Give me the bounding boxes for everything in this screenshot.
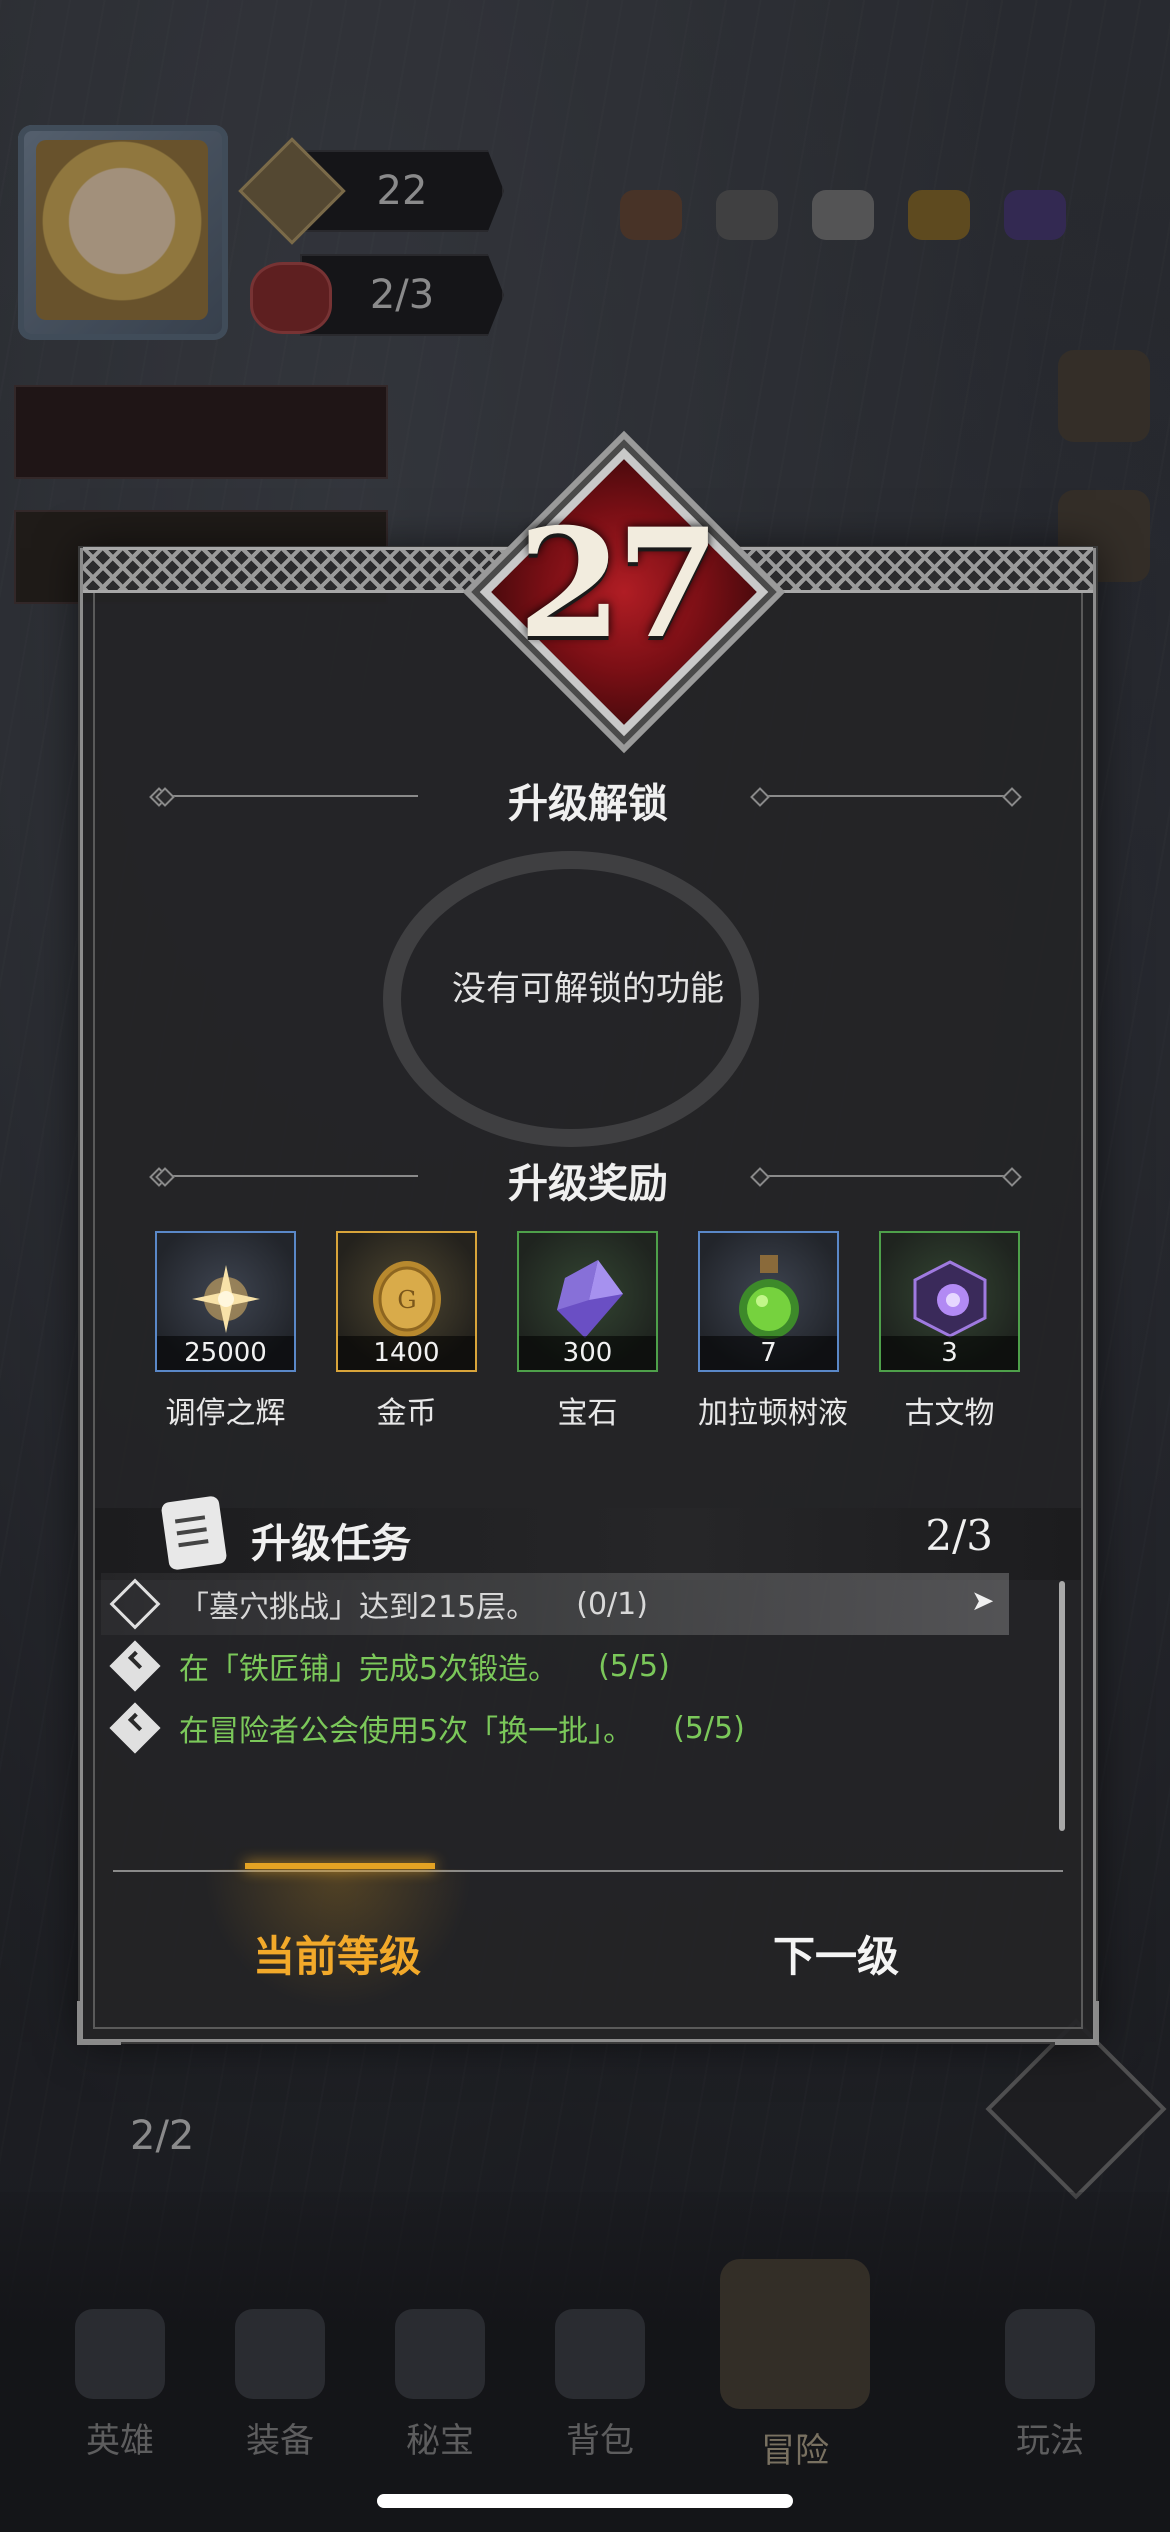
task-checked-icon	[109, 1640, 161, 1692]
task-row: 在冒险者公会使用5次「换一批」。 (5/5)	[101, 1697, 1041, 1759]
corner-ornament	[77, 2001, 121, 2045]
gold-coin-icon: G	[372, 1260, 441, 1337]
scroll-icon	[160, 1495, 228, 1571]
reward-title: 升级奖励	[508, 1161, 668, 1207]
reward-qty: 1400	[338, 1336, 475, 1370]
reward-slot[interactable]: 7	[698, 1231, 839, 1372]
task-list: 「墓穴挑战」达到215层。 (0/1) ➤ 在「铁匠铺」完成5次锻造。 (5/5…	[101, 1573, 1041, 1759]
task-progress-text: (5/5)	[598, 1648, 670, 1684]
task-row[interactable]: 「墓穴挑战」达到215层。 (0/1) ➤	[101, 1573, 1009, 1635]
reward-item[interactable]: 3 古文物	[879, 1231, 1020, 1432]
radiant-star-icon	[191, 1264, 260, 1333]
purple-gem-icon	[556, 1259, 623, 1338]
reward-name: 宝石	[557, 1396, 618, 1431]
level-badge: 27	[479, 447, 769, 737]
unlock-title: 升级解锁	[508, 781, 668, 827]
reward-item[interactable]: G 1400 金币	[336, 1231, 477, 1432]
green-potion-icon	[738, 1254, 799, 1339]
reward-slot[interactable]: 3	[879, 1231, 1020, 1372]
no-unlock-text: 没有可解锁的功能	[452, 969, 724, 1009]
reward-qty: 300	[519, 1336, 656, 1370]
reward-name: 古文物	[904, 1396, 995, 1431]
home-indicator[interactable]	[377, 2494, 793, 2508]
reward-list: 25000 调停之辉 G 1400 金币 300 宝石 7 加拉顿树液 3 古文…	[155, 1231, 1020, 1432]
relic-cube-icon	[913, 1260, 986, 1338]
level-info-modal: 27 升级解锁 没有可解锁的功能 升级奖励 25000 调停之辉 G 1400 …	[77, 447, 1099, 2045]
task-text: 在「铁匠铺」完成5次锻造。	[179, 1652, 559, 1687]
task-progress-text: (0/1)	[576, 1586, 648, 1622]
reward-item[interactable]: 25000 调停之辉	[155, 1231, 296, 1432]
task-scrollbar[interactable]	[1059, 1581, 1065, 1831]
reward-slot[interactable]: G 1400	[336, 1231, 477, 1372]
active-tab-indicator	[245, 1863, 435, 1869]
reward-qty: 3	[881, 1336, 1018, 1370]
reward-name: 加拉顿树液	[698, 1396, 848, 1431]
task-checked-icon	[109, 1702, 161, 1754]
reward-slot[interactable]: 25000	[155, 1231, 296, 1372]
tab-next-level[interactable]: 下一级	[773, 1923, 899, 1984]
reward-qty: 25000	[157, 1336, 294, 1370]
task-text: 在冒险者公会使用5次「换一批」。	[179, 1714, 634, 1749]
corner-ornament	[1055, 2001, 1099, 2045]
reward-item[interactable]: 7 加拉顿树液	[698, 1231, 848, 1432]
reward-name: 调停之辉	[165, 1396, 286, 1431]
go-arrow-icon[interactable]: ➤	[971, 1587, 999, 1615]
task-title: 升级任务	[251, 1521, 411, 1567]
task-unchecked-icon	[109, 1578, 161, 1630]
reward-qty: 7	[700, 1336, 837, 1370]
reward-name: 金币	[376, 1396, 437, 1431]
svg-text:G: G	[397, 1286, 416, 1314]
reward-slot[interactable]: 300	[517, 1231, 658, 1372]
task-row: 在「铁匠铺」完成5次锻造。 (5/5)	[101, 1635, 1041, 1697]
level-number: 27	[517, 496, 721, 672]
tab-current-level[interactable]: 当前等级	[253, 1923, 421, 1984]
task-progress-text: (5/5)	[673, 1710, 745, 1746]
reward-item[interactable]: 300 宝石	[517, 1231, 658, 1432]
task-text: 「墓穴挑战」达到215层。	[179, 1590, 537, 1625]
task-progress: 2/3	[925, 1511, 993, 1560]
